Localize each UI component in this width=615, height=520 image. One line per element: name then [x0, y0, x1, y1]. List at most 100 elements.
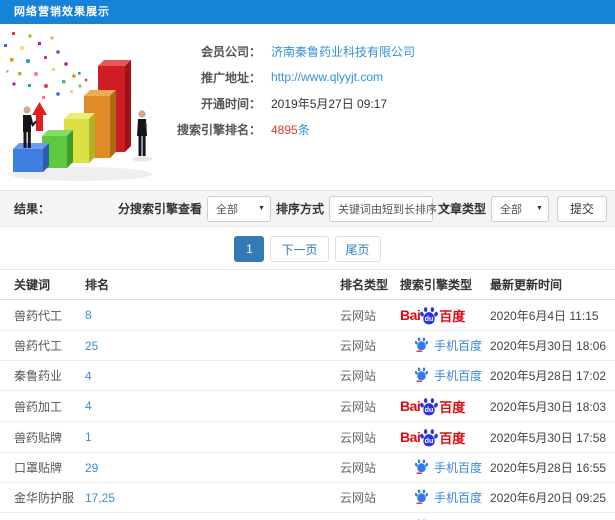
open-time-label: 开通时间：	[200, 96, 261, 111]
engine-rank-field: 搜索引擎排名： 4895条	[175, 116, 615, 142]
open-time-value: 2019年5月27日 09:17	[271, 96, 388, 111]
sort-filter-label: 排序方式	[275, 202, 324, 216]
mobile-baidu-paw-icon	[414, 336, 429, 355]
page-button-current[interactable]: 1	[234, 236, 265, 262]
rank-count: 4895	[271, 122, 298, 137]
filter-bar: 结果： 分搜索引擎查看 全部 ▼ 排序方式 关键词由短到长排序 ▼ 文章类型 全…	[0, 190, 615, 227]
engine-rank-value: 4895条	[271, 121, 310, 138]
mobile-baidu-label: 手机百度	[434, 339, 483, 353]
engine-filter-label: 分搜索引擎查看	[117, 202, 202, 216]
keyword-cell: 兽药加工	[0, 390, 85, 422]
keyword-cell: 兽药代工	[0, 299, 85, 331]
submit-button[interactable]: 提交	[556, 195, 607, 222]
page-button-next[interactable]: 下一页	[270, 236, 329, 262]
keyword-cell: 兽药贴牌	[0, 421, 85, 453]
promo-url-field: 推广地址： http://www.qlyyjt.com	[175, 64, 615, 90]
baidu-paw-icon: du	[419, 427, 439, 447]
baidu-logo-cn: 百度	[439, 308, 466, 324]
baidu-paw-icon: du	[419, 396, 439, 416]
baidu-mobile-logo: 手机百度	[414, 366, 482, 385]
baidu-pc-logo: Bai du 百度	[400, 427, 465, 447]
promo-url-link[interactable]: http://www.qlyyjt.com	[271, 70, 383, 84]
article-type-value: 全部	[499, 203, 522, 216]
engine-cell: Bai du 百度	[400, 421, 490, 453]
updated-cell: 2020年6月4日 11:10	[490, 512, 615, 520]
growth-chart-svg	[4, 32, 152, 181]
keyword-cell: 兽药代工	[0, 330, 85, 361]
rank-link[interactable]: 29	[85, 461, 98, 475]
engine-cell: 手机百度	[400, 482, 490, 513]
rank-link[interactable]: 1	[85, 430, 92, 444]
col-header-engine-type: 搜索引擎类型	[400, 269, 490, 300]
chevron-down-icon: ▼	[536, 205, 543, 212]
rank-link[interactable]: 25	[85, 339, 98, 353]
keyword-cell: 福建防护服	[0, 512, 85, 520]
rank-link[interactable]: 4	[85, 369, 92, 383]
keyword-cell: 口罩贴牌	[0, 452, 85, 483]
baidu-logo-cn: 百度	[439, 399, 466, 415]
updated-cell: 2020年5月28日 16:55	[490, 452, 615, 483]
up-arrow-icon	[32, 102, 47, 131]
engine-rank-label: 搜索引擎排名：	[176, 122, 261, 137]
table-row: 兽药代工 25 云网站 手机百度 2020年5月30日 18:06	[0, 330, 615, 361]
col-header-keyword: 关键词	[0, 269, 85, 300]
engine-cell: 手机百度	[400, 452, 490, 483]
rank-type-cell: 云网站	[340, 299, 400, 331]
baidu-paw-icon: du	[419, 305, 439, 325]
rank-type-cell: 云网站	[340, 452, 400, 483]
baidu-mobile-logo: 手机百度	[414, 488, 482, 507]
keyword-cell: 金华防护服	[0, 482, 85, 513]
growth-chart-illustration	[0, 28, 175, 188]
table-row: 兽药加工 4 云网站 Bai du 百度 2020年5月30日 18:03	[0, 390, 615, 422]
col-header-updated: 最新更新时间	[490, 269, 615, 300]
mobile-baidu-paw-icon	[414, 458, 429, 477]
engine-cell: Bai du 百度	[400, 390, 490, 422]
rank-type-cell: 云网站	[340, 421, 400, 453]
open-time-field: 开通时间： 2019年5月27日 09:17	[175, 90, 615, 116]
baidu-mobile-logo: 手机百度	[414, 458, 482, 477]
article-type-label: 文章类型	[437, 202, 486, 216]
table-row: 金华防护服 17,25 云网站 手机百度 2020年6月20日 09:25	[0, 482, 615, 513]
col-header-rank: 排名	[85, 269, 340, 300]
keyword-table-body: 兽药代工 8 云网站 Bai du 百度 2020年6月4日 11:15 兽药代…	[0, 299, 615, 520]
sort-filter-select[interactable]: 关键词由短到长排序 ▼	[328, 195, 450, 222]
businessman-right	[137, 110, 147, 156]
man-shadow	[132, 156, 152, 162]
pagination: 1 下一页 尾页	[0, 227, 615, 267]
page-title: 网络营销效果展示	[14, 6, 110, 18]
mobile-baidu-label: 手机百度	[434, 491, 483, 505]
company-link[interactable]: 济南秦鲁药业科技有限公司	[271, 43, 415, 60]
rank-type-cell: 云网站	[340, 360, 400, 391]
baidu-pc-logo: Bai du 百度	[400, 305, 465, 325]
updated-cell: 2020年5月30日 18:06	[490, 330, 615, 361]
rank-type-cell: 云网站	[340, 482, 400, 513]
updated-cell: 2020年6月20日 09:25	[490, 482, 615, 513]
rank-unit: 条	[297, 122, 310, 137]
rank-link[interactable]: 17,25	[85, 491, 115, 505]
article-type-select[interactable]: 全部 ▼	[490, 195, 549, 222]
page-button-last[interactable]: 尾页	[334, 236, 381, 262]
svg-text:du: du	[425, 437, 434, 445]
updated-cell: 2020年5月28日 17:02	[490, 360, 615, 391]
rank-type-cell: 云网站	[340, 512, 400, 520]
results-label: 结果：	[14, 202, 51, 216]
sort-filter-value: 关键词由短到长排序	[337, 203, 437, 216]
company-info-panel: 会员公司： 济南秦鲁药业科技有限公司 推广地址： http://www.qlyy…	[175, 28, 615, 190]
rank-link[interactable]: 4	[85, 399, 92, 413]
mobile-baidu-label: 手机百度	[434, 369, 483, 383]
keyword-table: 关键词 排名 排名类型 搜索引擎类型 最新更新时间 兽药代工 8 云网站 Bai	[0, 269, 615, 520]
rank-link[interactable]: 8	[85, 308, 92, 322]
baidu-logo-cn: 百度	[439, 430, 466, 446]
titlebar: 网络营销效果展示	[0, 0, 615, 24]
table-row: 福建防护服 10 云网站 手机	[0, 512, 615, 520]
baidu-mobile-logo: 手机百度	[414, 336, 482, 355]
table-row: 兽药贴牌 1 云网站 Bai du 百度 2020年5月30日 17:58	[0, 421, 615, 453]
updated-cell: 2020年6月4日 11:15	[490, 299, 615, 331]
engine-filter-value: 全部	[215, 203, 238, 216]
engine-filter-select[interactable]: 全部 ▼	[206, 195, 271, 222]
filter-controls: 分搜索引擎查看 全部 ▼ 排序方式 关键词由短到长排序 ▼ 文章类型 全部 ▼ …	[113, 195, 607, 222]
col-header-rank-type: 排名类型	[340, 269, 400, 300]
engine-cell: 手机百度	[400, 330, 490, 361]
baidu-logo-bai: Bai	[400, 307, 421, 323]
bar-blue	[13, 143, 49, 172]
